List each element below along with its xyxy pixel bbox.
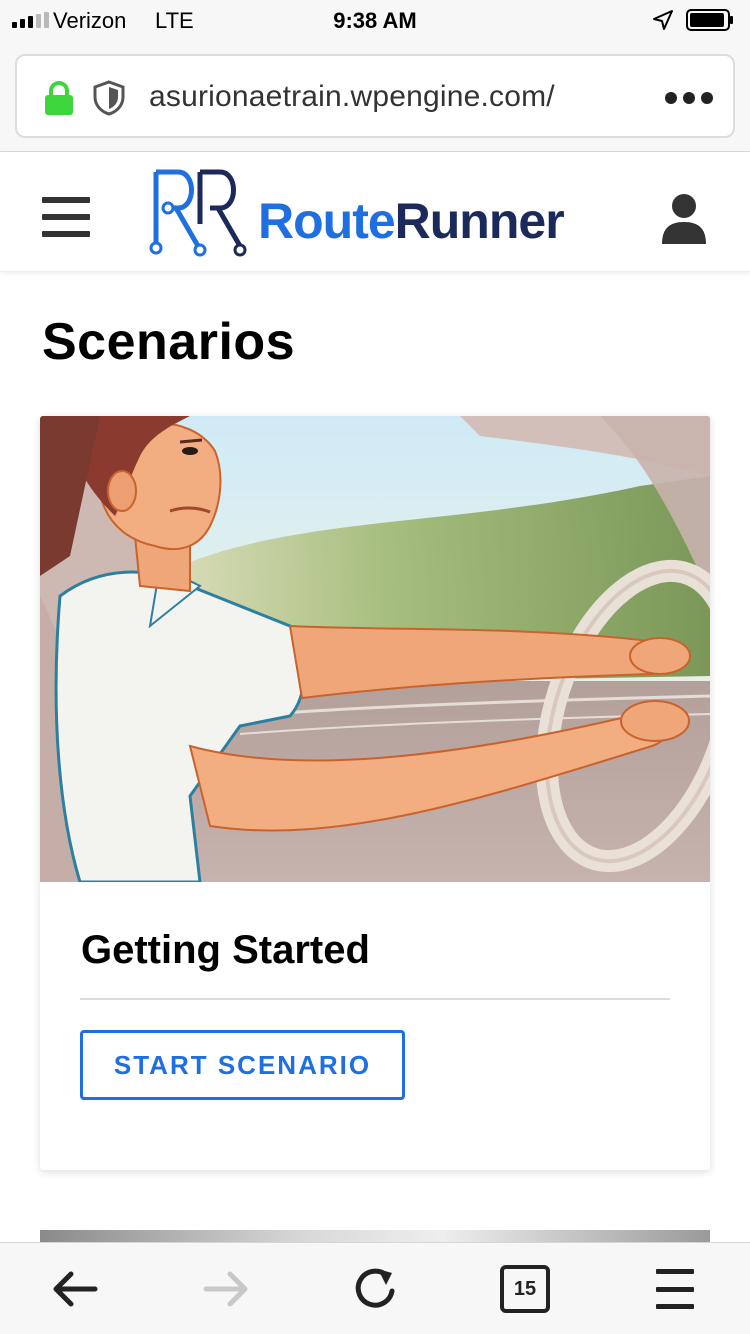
more-icon[interactable] [665, 92, 713, 104]
tabs-icon[interactable]: 15 [500, 1265, 550, 1313]
logo-runner-text: Runner [394, 193, 565, 249]
location-arrow-icon [653, 10, 673, 30]
site-header: RouteRunner [0, 152, 750, 272]
address-bar[interactable]: asurionaetrain.wpengine.com/ [15, 54, 735, 138]
status-bar: Verizon LTE 9:38 AM [0, 0, 750, 40]
shield-icon[interactable] [93, 80, 125, 116]
scenario-card-image [40, 416, 710, 882]
logo-wordmark: RouteRunner [258, 192, 565, 250]
card-divider [80, 998, 670, 1000]
scenario-card: Getting Started START SCENARIO [40, 416, 710, 1170]
user-icon[interactable] [660, 192, 708, 246]
battery-icon [686, 9, 733, 31]
lock-icon[interactable] [43, 80, 75, 116]
url-text[interactable]: asurionaetrain.wpengine.com/ [149, 80, 555, 114]
logo-route-text: Route [258, 193, 396, 249]
browser-address-area: asurionaetrain.wpengine.com/ [0, 40, 750, 152]
forward-arrow-icon[interactable] [200, 1263, 252, 1315]
routerunner-logo[interactable]: RouteRunner [148, 164, 608, 260]
status-time: 9:38 AM [333, 8, 417, 33]
page-title: Scenarios [42, 313, 296, 371]
start-scenario-button[interactable]: START SCENARIO [80, 1030, 405, 1100]
reload-icon[interactable] [350, 1263, 402, 1315]
browser-toolbar: 15 [0, 1242, 750, 1334]
menu-icon[interactable] [656, 1269, 694, 1309]
card-title: Getting Started [81, 928, 370, 972]
rr-logo-mark-icon [149, 169, 247, 257]
hamburger-icon[interactable] [42, 197, 90, 237]
back-arrow-icon[interactable] [49, 1263, 101, 1315]
